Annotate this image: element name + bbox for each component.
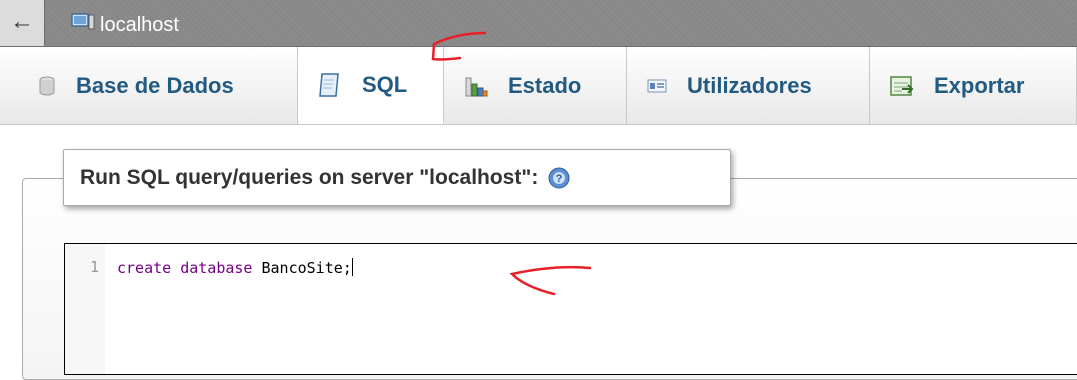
sql-keyword: create [117, 259, 172, 277]
tab-label: Base de Dados [76, 72, 234, 98]
sql-identifier: BancoSite; [261, 259, 352, 277]
back-arrow-icon[interactable]: ← [0, 0, 45, 46]
editor-gutter: 1 [65, 244, 105, 374]
sql-editor[interactable]: 1 create database BancoSite; [64, 243, 1077, 375]
tab-databases[interactable]: Base de Dados [18, 47, 298, 124]
text-cursor [351, 258, 353, 276]
tab-export[interactable]: Exportar [870, 47, 1077, 124]
legend-title: Run SQL query/queries on server "localho… [80, 165, 539, 189]
tab-status[interactable]: Estado [444, 47, 627, 124]
tab-label: Estado [508, 72, 582, 98]
tab-label: Utilizadores [687, 72, 812, 98]
tab-label: SQL [362, 72, 408, 97]
sql-code-line[interactable]: create database BancoSite; [117, 258, 353, 277]
help-icon[interactable]: ? [548, 167, 570, 189]
svg-text:?: ? [556, 173, 563, 185]
server-breadcrumb[interactable]: localhost [70, 12, 179, 38]
tab-users[interactable]: Utilizadores [627, 47, 870, 124]
users-icon [647, 78, 667, 94]
export-icon [890, 75, 914, 97]
database-icon [38, 76, 56, 96]
tab-label: Exportar [934, 72, 1025, 98]
line-number: 1 [89, 258, 99, 276]
tab-sql[interactable]: SQL [298, 47, 444, 124]
main-tab-bar: Base de Dados SQL Estado Utilizadores Ex… [0, 47, 1077, 125]
sql-keyword: database [180, 259, 253, 277]
sql-document-icon [318, 72, 342, 98]
server-icon [70, 12, 96, 38]
sql-query-legend: Run SQL query/queries on server "localho… [63, 149, 731, 206]
server-name: localhost [100, 13, 179, 36]
status-chart-icon [464, 74, 488, 98]
top-navigation-bar: ← localhost [0, 0, 1077, 47]
